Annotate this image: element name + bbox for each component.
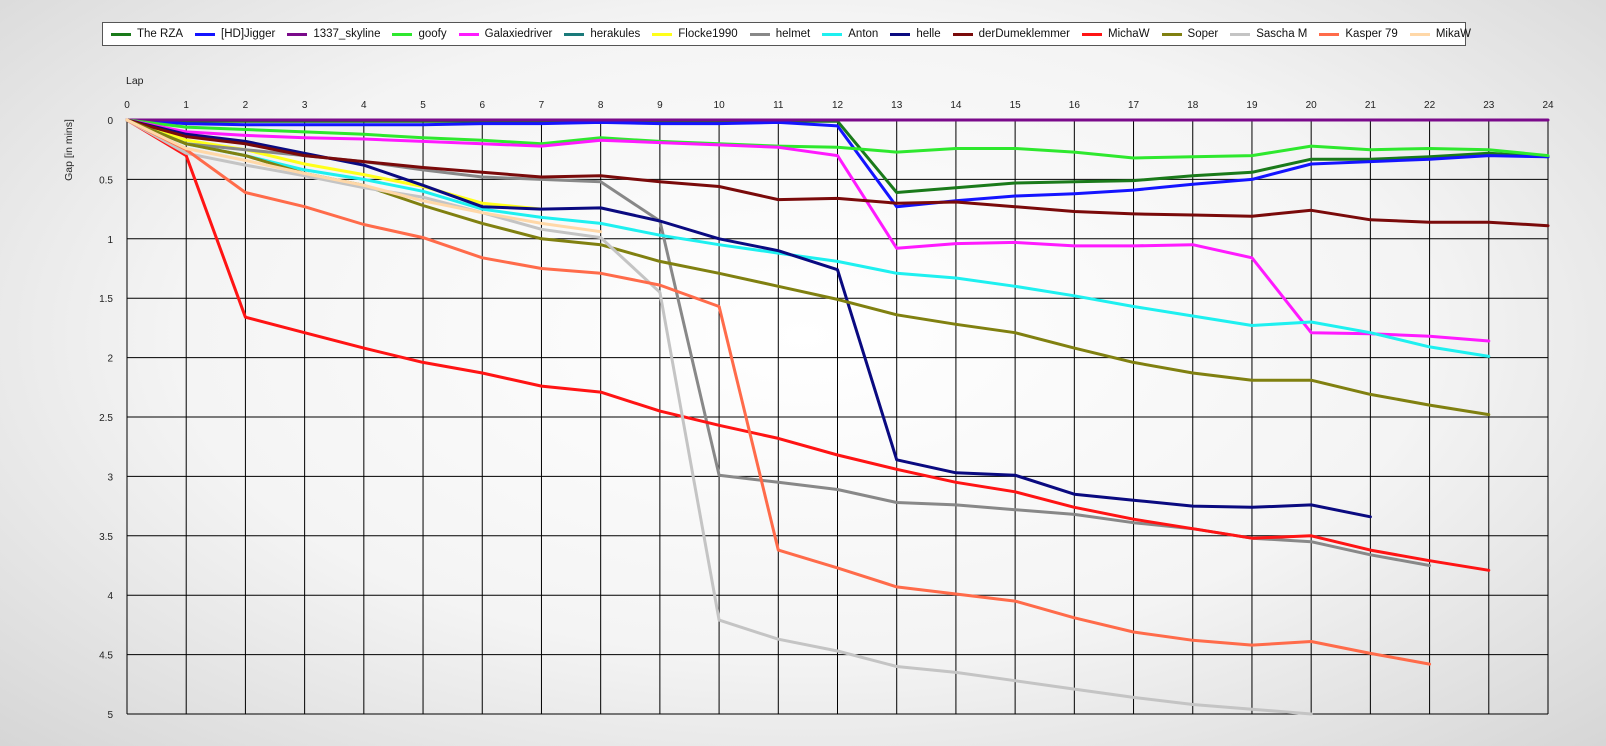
line-chart: 00.511.522.533.544.550 1 2 3 4 5 6 7 8 9 10 11 12 13 1… (63, 75, 1554, 721)
x-tick-label: 24 (1542, 100, 1554, 111)
x-tick-label: 4 (361, 100, 367, 111)
x-tick-label: 8 (598, 100, 604, 111)
x-tick-label: 21 (1365, 100, 1377, 111)
x-tick-label: 23 (1483, 100, 1495, 111)
y-tick-label: 3 (107, 472, 113, 483)
x-tick-label: 18 (1187, 100, 1199, 111)
x-tick-label: 5 (420, 100, 426, 111)
x-tick-label: 14 (950, 100, 962, 111)
y-tick-label: 5 (107, 710, 113, 721)
x-tick-label: 19 (1246, 100, 1258, 111)
y-tick-label: 2.5 (99, 413, 113, 424)
y-tick-label: 0 (107, 116, 113, 127)
x-tick-label: 12 (832, 100, 844, 111)
x-tick-label: 20 (1306, 100, 1318, 111)
x-tick-label: 9 (657, 100, 663, 111)
y-tick-label: 2 (107, 354, 113, 365)
plot-axes: 00.511.522.533.544.550 1 2 3 4 5 6 7 8 9 10 11 12 13 1… (99, 100, 1554, 721)
x-tick-label: 7 (539, 100, 545, 111)
x-tick-label: 3 (302, 100, 308, 111)
x-tick-label: 17 (1128, 100, 1140, 111)
x-tick-label: 10 (714, 100, 726, 111)
x-tick-label: 0 (124, 100, 130, 111)
y-tick-label: 1 (107, 235, 113, 246)
plot-grid (126, 119, 1549, 715)
series-line-anton (125, 118, 1491, 358)
series-line-michaw (125, 118, 1491, 572)
x-tick-label: 16 (1069, 100, 1081, 111)
y-axis-title: Gap [in mins] (63, 119, 75, 181)
x-tick-label: 11 (773, 100, 784, 111)
x-tick-label: 13 (891, 100, 903, 111)
x-tick-label: 6 (479, 100, 485, 111)
x-tick-label: 22 (1424, 100, 1436, 111)
series-line-galaxiedriver (125, 118, 1491, 343)
x-axis-title: Lap (126, 75, 144, 87)
y-tick-label: 1.5 (99, 294, 113, 305)
y-tick-label: 4.5 (99, 651, 113, 662)
x-tick-label: 2 (243, 100, 249, 111)
y-tick-label: 0.5 (99, 175, 113, 186)
y-tick-label: 4 (107, 591, 113, 602)
y-tick-label: 3.5 (99, 532, 113, 543)
x-tick-label: 15 (1010, 100, 1022, 111)
x-tick-label: 1 (183, 100, 189, 111)
